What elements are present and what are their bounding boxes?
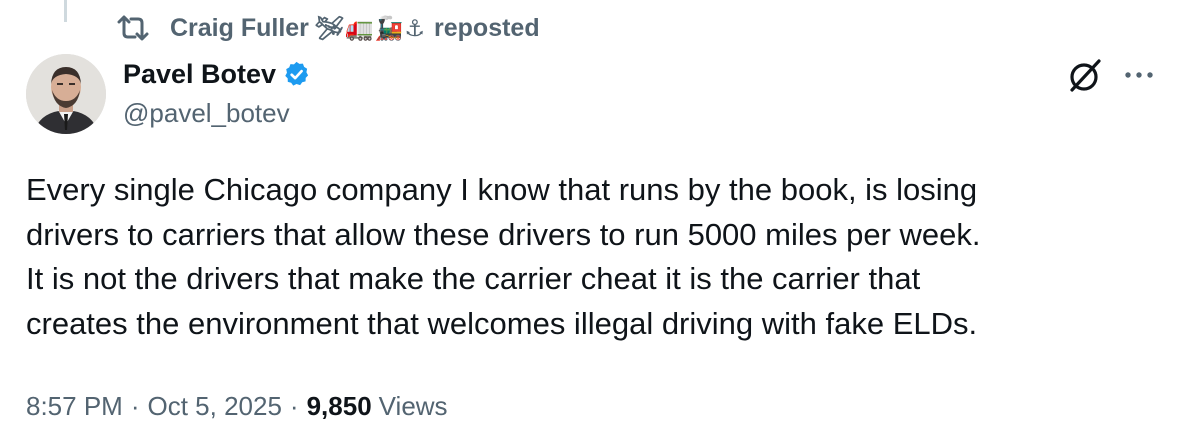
reposter-name[interactable]: Craig Fuller [170, 14, 309, 43]
views-count[interactable]: 9,850 [307, 391, 372, 422]
reposted-label: reposted [434, 13, 540, 42]
tweet-text-line: Every single Chicago company I know that… [26, 172, 978, 207]
tweet-meta: 8:57 PM · Oct 5, 2025 · 9,850 Views [26, 386, 448, 426]
grok-icon[interactable] [1066, 57, 1104, 95]
tweet-text-line: drivers to carriers that allow these dri… [26, 216, 981, 252]
more-options-icon[interactable] [1122, 62, 1156, 88]
meta-separator: · [130, 390, 140, 421]
author-name[interactable]: Pavel Botev [123, 59, 276, 90]
tweet-time[interactable]: 8:57 PM [26, 391, 123, 422]
tweet-date[interactable]: Oct 5, 2025 [148, 391, 282, 422]
tweet-text: Every single Chicago company I know that… [26, 168, 1146, 346]
repost-header: Craig Fuller 🛩🚛🚂⚓ reposted [116, 12, 540, 44]
tweet-text-line: It is not the drivers that make the carr… [26, 261, 921, 296]
avatar[interactable] [26, 54, 106, 134]
author-handle[interactable]: @pavel_botev [123, 98, 290, 129]
views-label[interactable]: Views [379, 391, 448, 422]
reposter-emojis: 🛩🚛🚂⚓ [314, 14, 427, 41]
verified-badge-icon[interactable] [282, 60, 311, 89]
repost-icon [116, 13, 150, 43]
thread-connector-line [64, 0, 67, 22]
author-name-row: Pavel Botev [123, 56, 311, 92]
tweet-text-line: creates the environment that welcomes il… [26, 305, 978, 341]
meta-separator: · [289, 390, 299, 421]
